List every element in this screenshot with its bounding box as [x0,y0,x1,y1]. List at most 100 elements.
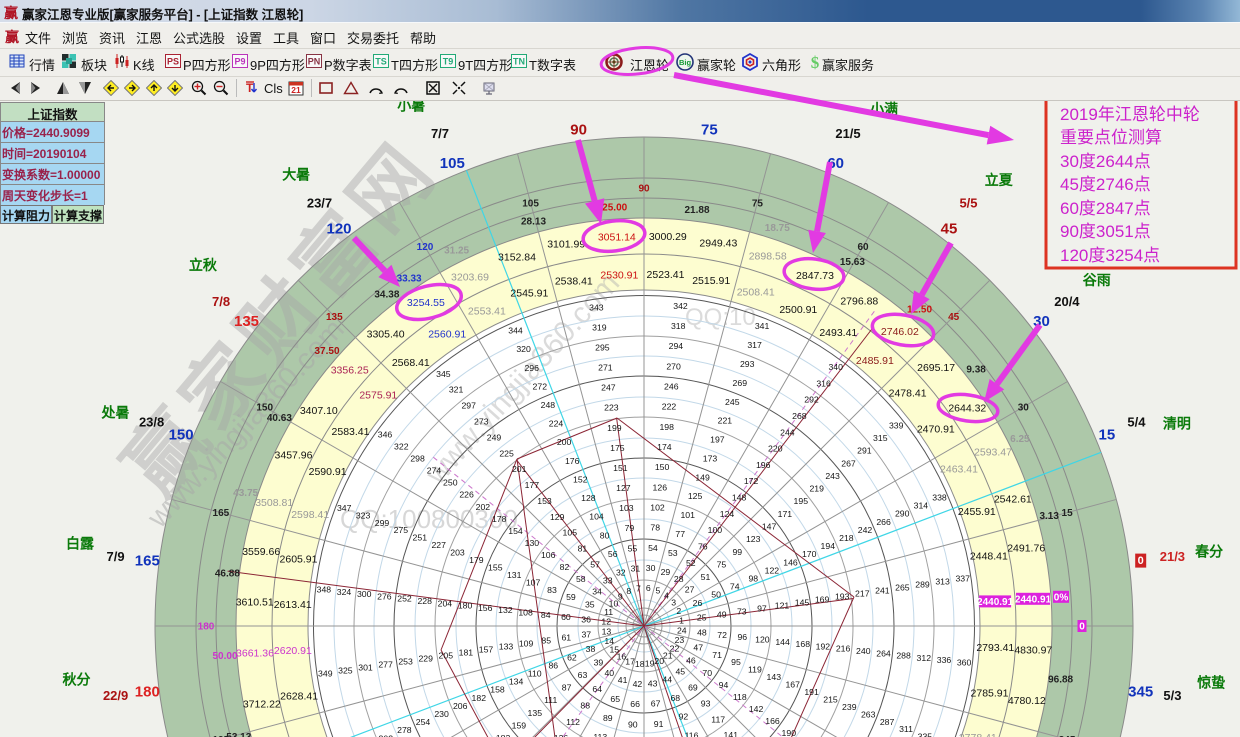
svg-text:2019年江恩轮中轮: 2019年江恩轮中轮 [1060,105,1200,124]
svg-text:120度3254点: 120度3254点 [1060,246,1160,265]
svg-text:245: 245 [725,397,740,407]
svg-text:28.13: 28.13 [521,216,546,227]
svg-text:292: 292 [804,395,819,405]
svg-text:104: 104 [589,512,604,522]
svg-text:51: 51 [701,572,711,582]
svg-text:103: 103 [619,503,634,513]
svg-text:215: 215 [823,694,838,704]
svg-text:8: 8 [626,586,631,596]
svg-text:75: 75 [701,121,718,138]
svg-text:2605.91: 2605.91 [280,553,318,565]
svg-text:229: 229 [418,654,433,664]
svg-text:83: 83 [547,585,557,595]
svg-text:150: 150 [169,426,194,443]
svg-text:春分: 春分 [1194,544,1223,560]
svg-text:22/9: 22/9 [103,688,128,703]
svg-text:315: 315 [873,433,888,443]
svg-text:203: 203 [450,548,465,558]
svg-text:$: $ [811,53,820,71]
svg-text:61: 61 [561,633,571,643]
svg-text:78: 78 [650,523,660,533]
svg-text:123: 123 [746,534,761,544]
svg-text:105: 105 [522,198,539,209]
svg-text:34.38: 34.38 [374,289,399,300]
svg-text:110: 110 [528,669,542,679]
svg-text:Big: Big [679,58,692,67]
svg-text:317: 317 [747,340,762,350]
svg-text:21: 21 [291,85,301,95]
svg-text:150: 150 [655,462,670,472]
svg-text:45: 45 [941,221,958,238]
svg-text:19: 19 [645,659,655,669]
svg-text:149: 149 [695,472,710,482]
svg-text:65: 65 [610,694,620,704]
svg-text:340: 340 [828,362,843,372]
svg-text:153: 153 [537,496,552,506]
svg-text:73: 73 [737,606,747,616]
svg-text:2785.91: 2785.91 [971,688,1009,700]
svg-text:2478.41: 2478.41 [889,387,927,399]
svg-text:18: 18 [635,659,645,669]
svg-text:142: 142 [749,704,764,714]
svg-text:141: 141 [724,730,739,737]
svg-text:268: 268 [792,411,807,421]
svg-text:2493.41: 2493.41 [819,327,857,339]
svg-text:323: 323 [356,510,371,520]
svg-text:70: 70 [702,668,712,678]
svg-text:62: 62 [567,652,577,662]
svg-text:206: 206 [453,701,468,711]
svg-text:313: 313 [935,576,950,586]
svg-text:337: 337 [955,573,970,583]
svg-text:大暑: 大暑 [282,166,310,182]
svg-text:218: 218 [839,533,854,543]
svg-text:34: 34 [592,586,602,596]
svg-text:120: 120 [755,635,770,645]
svg-text:2898.58: 2898.58 [749,251,787,263]
svg-text:301: 301 [358,663,373,673]
svg-text:227: 227 [431,540,446,550]
svg-text:311: 311 [899,724,913,734]
svg-text:127: 127 [616,483,631,493]
svg-text:197: 197 [710,435,725,445]
svg-text:269: 269 [733,378,748,388]
svg-text:228: 228 [417,596,432,606]
svg-text:254: 254 [416,717,431,727]
svg-text:15: 15 [1099,426,1116,443]
svg-text:248: 248 [541,400,556,410]
svg-text:293: 293 [740,359,755,369]
svg-text:76: 76 [698,542,708,552]
svg-text:132: 132 [498,605,513,615]
svg-text:秋分: 秋分 [63,672,91,688]
svg-text:273: 273 [474,417,489,427]
svg-text:40: 40 [604,668,614,678]
svg-text:242: 242 [858,525,873,535]
svg-text:18.75: 18.75 [765,223,790,234]
svg-text:195: 195 [794,496,809,506]
svg-text:2628.41: 2628.41 [280,691,318,703]
svg-text:158: 158 [490,685,505,695]
svg-text:216: 216 [836,644,851,654]
svg-text:176: 176 [565,456,580,466]
svg-text:6: 6 [646,583,651,593]
svg-text:2590.91: 2590.91 [309,466,347,478]
svg-text:90: 90 [570,121,587,138]
svg-text:339: 339 [889,420,904,430]
svg-text:166: 166 [765,716,780,726]
svg-text:100: 100 [708,525,723,535]
svg-text:348: 348 [317,585,332,595]
svg-text:136: 136 [554,733,569,737]
svg-text:131: 131 [507,570,522,580]
svg-text:TN: TN [513,57,525,67]
svg-text:180: 180 [458,601,473,611]
svg-text:立秋: 立秋 [189,257,218,273]
svg-text:321: 321 [449,385,464,395]
svg-text:191: 191 [804,687,819,697]
svg-text:23: 23 [675,635,685,645]
svg-text:30: 30 [1018,403,1030,414]
svg-text:15: 15 [1062,508,1074,519]
svg-text:29: 29 [661,567,671,577]
svg-text:295: 295 [595,343,610,353]
svg-text:116: 116 [685,730,699,737]
svg-text:43.75: 43.75 [233,488,258,499]
svg-text:336: 336 [937,655,952,665]
